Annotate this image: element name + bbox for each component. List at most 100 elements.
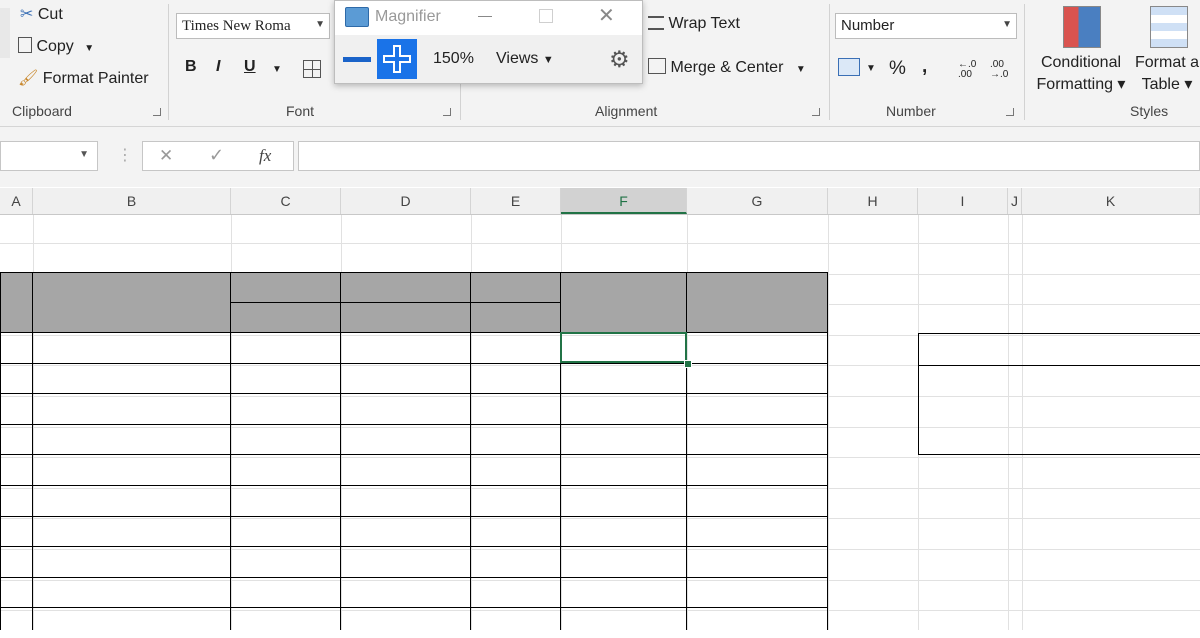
- active-cell[interactable]: [560, 332, 687, 363]
- cut-button[interactable]: ✂ Cut: [20, 4, 63, 24]
- column-header-f[interactable]: F: [561, 188, 687, 214]
- bold-button[interactable]: B: [185, 58, 197, 76]
- italic-button[interactable]: I: [216, 58, 220, 76]
- views-menu[interactable]: Views ▼: [496, 50, 554, 68]
- paste-icon[interactable]: [0, 8, 10, 58]
- cell-rata-rata[interactable]: [561, 546, 687, 577]
- divider: [829, 4, 830, 120]
- table-row: [0, 516, 828, 547]
- cell-predikat[interactable]: [687, 332, 828, 363]
- table-row: [0, 424, 828, 455]
- cell-predikat[interactable]: [687, 516, 828, 547]
- name-box[interactable]: ▼: [0, 141, 98, 171]
- wrap-text-button[interactable]: Wrap Text: [648, 15, 740, 33]
- minus-icon: [343, 57, 371, 62]
- minimize-button[interactable]: [478, 6, 494, 24]
- cell-predikat[interactable]: [687, 485, 828, 516]
- underline-dropdown-icon[interactable]: ▼: [272, 64, 282, 75]
- table-row: [0, 454, 828, 485]
- clipboard-launcher-icon[interactable]: [153, 108, 161, 116]
- column-header-b[interactable]: B: [33, 188, 231, 214]
- column-header-e[interactable]: E: [471, 188, 561, 214]
- chevron-down-icon: ▼: [315, 19, 325, 30]
- merge-center-button[interactable]: Merge & Center ▼: [648, 58, 806, 77]
- zoom-in-button[interactable]: [377, 39, 417, 79]
- close-button[interactable]: ✕: [598, 3, 615, 28]
- cell-predikat[interactable]: [687, 577, 828, 608]
- gear-icon[interactable]: ⚙: [609, 46, 630, 73]
- font-launcher-icon[interactable]: [443, 108, 451, 116]
- keterangan-row: [919, 365, 1200, 396]
- cell-rata-rata[interactable]: [561, 485, 687, 516]
- zoom-out-button[interactable]: [339, 41, 375, 77]
- formula-buttons: ✕ ✓ fx: [142, 141, 294, 171]
- cell-predikat[interactable]: [687, 393, 828, 424]
- column-header-h[interactable]: H: [828, 188, 918, 214]
- column-header-i[interactable]: I: [918, 188, 1008, 214]
- zoom-level: 150%: [433, 50, 474, 67]
- column-header-a[interactable]: A: [0, 188, 33, 214]
- cell-predikat[interactable]: [687, 363, 828, 394]
- font-name-select[interactable]: Times New Roma ▼: [176, 13, 330, 39]
- styles-group-label: Styles: [1130, 103, 1169, 119]
- copy-button[interactable]: Copy ▼: [18, 37, 94, 56]
- keterangan-box: [918, 333, 1200, 456]
- table-row: [0, 363, 828, 394]
- cell-rata-rata[interactable]: [561, 424, 687, 455]
- formula-input[interactable]: [298, 141, 1200, 171]
- column-header-c[interactable]: C: [231, 188, 341, 214]
- column-headers: ABCDEFGHIJK: [0, 188, 1200, 215]
- format-as-table-button[interactable]: Format a Table ▾: [1132, 52, 1200, 96]
- number-launcher-icon[interactable]: [1006, 108, 1014, 116]
- conditional-formatting-icon[interactable]: [1063, 6, 1101, 48]
- cell-rata-rata[interactable]: [561, 516, 687, 547]
- scissors-icon: ✂: [20, 6, 34, 23]
- cancel-icon[interactable]: ✕: [159, 146, 173, 166]
- fill-handle[interactable]: [684, 360, 692, 368]
- number-format-select[interactable]: Number ▼: [835, 13, 1017, 39]
- table-row: [0, 332, 828, 363]
- worksheet-grid[interactable]: [0, 215, 1200, 630]
- cell-rata-rata[interactable]: [561, 363, 687, 394]
- keterangan-row: [919, 426, 1200, 455]
- cell-rata-rata[interactable]: [561, 393, 687, 424]
- borders-icon[interactable]: [303, 60, 321, 78]
- chevron-down-icon[interactable]: ▼: [796, 64, 806, 75]
- gridline: [0, 243, 1200, 244]
- magnifier-icon: [345, 7, 369, 27]
- insert-function-icon[interactable]: fx: [259, 146, 271, 166]
- table-border: [0, 272, 828, 273]
- cell-predikat[interactable]: [687, 546, 828, 577]
- accounting-format-icon[interactable]: [838, 58, 860, 76]
- column-header-j[interactable]: J: [1008, 188, 1022, 214]
- comma-button[interactable]: ,: [922, 56, 927, 78]
- column-header-d[interactable]: D: [341, 188, 471, 214]
- format-painter-button[interactable]: 🖌 Format Painter: [18, 68, 149, 88]
- chevron-down-icon[interactable]: ▼: [84, 43, 94, 54]
- cell-rata-rata[interactable]: [561, 577, 687, 608]
- decrease-decimal-button[interactable]: .00 →.0: [990, 60, 1014, 80]
- magnifier-window: Magnifier ✕ 150% Views ▼ ⚙: [334, 0, 643, 84]
- conditional-formatting-button[interactable]: Conditional Formatting ▾: [1031, 52, 1131, 96]
- format-as-table-icon[interactable]: [1150, 6, 1188, 48]
- column-header-g[interactable]: G: [687, 188, 828, 214]
- underline-button[interactable]: U: [244, 58, 256, 76]
- maximize-button[interactable]: [539, 9, 553, 23]
- chevron-down-icon[interactable]: ▼: [79, 149, 89, 160]
- cell-rata-rata[interactable]: [561, 454, 687, 485]
- column-header-k[interactable]: K: [1022, 188, 1200, 214]
- cell-predikat[interactable]: [687, 454, 828, 485]
- increase-decimal-button[interactable]: ←.0 .00: [958, 60, 982, 80]
- cell-predikat[interactable]: [687, 424, 828, 455]
- wrap-text-icon: [648, 16, 664, 30]
- magnifier-titlebar[interactable]: Magnifier ✕: [335, 1, 642, 35]
- enter-icon[interactable]: ✓: [209, 145, 224, 166]
- table-row: [0, 393, 828, 424]
- chevron-down-icon[interactable]: ▼: [866, 63, 876, 74]
- percent-button[interactable]: %: [889, 58, 906, 80]
- alignment-launcher-icon[interactable]: [812, 108, 820, 116]
- font-group-label: Font: [286, 103, 315, 119]
- cell-predikat[interactable]: [687, 607, 828, 638]
- keterangan-row: [919, 395, 1200, 426]
- cell-rata-rata[interactable]: [561, 607, 687, 638]
